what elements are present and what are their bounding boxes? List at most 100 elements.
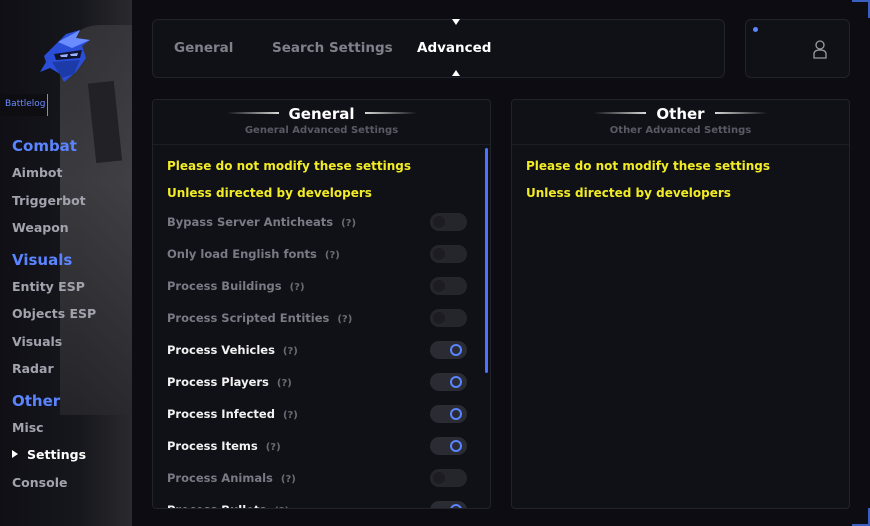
help-icon[interactable]: (?) bbox=[337, 314, 352, 325]
sidebar-item-weapon[interactable]: Weapon bbox=[12, 217, 128, 245]
help-icon[interactable]: (?) bbox=[290, 282, 305, 293]
option-label: Process Scripted Entities (?) bbox=[167, 311, 352, 325]
option-toggle[interactable] bbox=[430, 437, 467, 455]
option-toggle[interactable] bbox=[430, 213, 467, 231]
user-icon[interactable] bbox=[813, 39, 827, 59]
option-toggle[interactable] bbox=[430, 245, 467, 263]
option-label-text: Bypass Server Anticheats bbox=[167, 215, 334, 229]
sidebar-section-other: Other bbox=[12, 391, 61, 410]
title-dash-right bbox=[364, 112, 417, 114]
help-icon[interactable]: (?) bbox=[283, 346, 298, 357]
active-indicator-icon bbox=[12, 450, 18, 458]
tab-advanced[interactable]: Advanced bbox=[417, 40, 491, 56]
brand-label: Battlelog bbox=[0, 94, 48, 116]
help-icon[interactable]: (?) bbox=[281, 474, 296, 485]
tab-active-top-marker-icon bbox=[452, 19, 460, 25]
scrollbar[interactable] bbox=[485, 148, 488, 373]
corner-bracket-bottom-right bbox=[852, 508, 870, 526]
panel-title: General bbox=[153, 105, 490, 123]
option-label: Process Vehicles (?) bbox=[167, 343, 298, 357]
sidebar-item-triggerbot[interactable]: Triggerbot bbox=[12, 190, 128, 218]
option-toggle[interactable] bbox=[430, 501, 467, 508]
toggle-knob bbox=[433, 472, 445, 484]
option-label-text: Process Players bbox=[167, 375, 269, 389]
toggle-knob bbox=[450, 408, 462, 420]
warning-text: Please do not modify these settings bbox=[526, 159, 771, 173]
toggle-knob bbox=[433, 248, 445, 260]
tab-search-settings[interactable]: Search Settings bbox=[272, 40, 393, 56]
panel-header: General General Advanced Settings bbox=[153, 100, 490, 145]
option-label-text: Process Items bbox=[167, 439, 258, 453]
warning-text: Unless directed by developers bbox=[526, 186, 731, 200]
sidebar-item-visuals[interactable]: Visuals bbox=[12, 331, 128, 359]
sidebar-section-visuals: Visuals bbox=[12, 250, 73, 269]
option-toggle[interactable] bbox=[430, 277, 467, 295]
sidebar-item-entity-esp[interactable]: Entity ESP bbox=[12, 276, 128, 304]
option-label: Process Bullets (?) bbox=[167, 503, 289, 508]
panel-header: Other Other Advanced Settings bbox=[512, 100, 849, 145]
option-label-text: Process Infected bbox=[167, 407, 275, 421]
option-label: Process Animals (?) bbox=[167, 471, 296, 485]
option-row: Process Buildings (?) bbox=[167, 277, 467, 297]
sidebar: Battlelog Combat Aimbot Triggerbot Weapo… bbox=[0, 0, 132, 526]
panel-other: Other Other Advanced Settings Please do … bbox=[511, 99, 850, 509]
help-icon[interactable]: (?) bbox=[325, 250, 340, 261]
corner-bracket-top-right bbox=[852, 0, 870, 18]
option-label-text: Process Scripted Entities bbox=[167, 311, 330, 325]
option-row: Process Infected (?) bbox=[167, 405, 467, 425]
ninja-logo-icon bbox=[40, 30, 90, 82]
toggle-knob bbox=[433, 280, 445, 292]
option-label: Process Infected (?) bbox=[167, 407, 298, 421]
help-icon[interactable]: (?) bbox=[266, 442, 281, 453]
sidebar-item-aimbot[interactable]: Aimbot bbox=[12, 162, 128, 190]
option-label: Process Players (?) bbox=[167, 375, 292, 389]
option-row: Process Vehicles (?) bbox=[167, 341, 467, 361]
toggle-knob bbox=[433, 312, 445, 324]
tab-active-bottom-marker-icon bbox=[452, 70, 460, 76]
toggle-knob bbox=[433, 216, 445, 228]
option-label-text: Process Buildings bbox=[167, 279, 282, 293]
panel-subtitle: General Advanced Settings bbox=[244, 125, 399, 136]
help-icon[interactable]: (?) bbox=[277, 378, 292, 389]
option-row: Bypass Server Anticheats (?) bbox=[167, 213, 467, 233]
sidebar-section-combat: Combat bbox=[12, 137, 77, 155]
toggle-knob bbox=[450, 376, 462, 388]
tab-general[interactable]: General bbox=[174, 40, 233, 56]
tab-bar: General Search Settings Advanced bbox=[152, 19, 725, 78]
title-dash-left bbox=[226, 112, 279, 114]
sidebar-item-radar[interactable]: Radar bbox=[12, 358, 128, 386]
warning-text: Please do not modify these settings bbox=[167, 159, 412, 173]
toggle-knob bbox=[450, 344, 462, 356]
option-row: Process Players (?) bbox=[167, 373, 467, 393]
help-icon[interactable]: (?) bbox=[274, 506, 289, 508]
option-label: Process Items (?) bbox=[167, 439, 281, 453]
option-toggle[interactable] bbox=[430, 341, 467, 359]
toggle-knob bbox=[450, 504, 462, 508]
option-label-text: Only load English fonts bbox=[167, 247, 317, 261]
panel-general: General General Advanced Settings Please… bbox=[152, 99, 491, 509]
option-label-text: Process Bullets bbox=[167, 503, 266, 508]
panel-title: Other bbox=[512, 105, 849, 123]
option-row: Process Animals (?) bbox=[167, 469, 467, 489]
option-label-text: Process Vehicles bbox=[167, 343, 275, 357]
title-dash-left bbox=[594, 112, 647, 114]
sidebar-nav: Combat Aimbot Triggerbot Weapon Visuals … bbox=[12, 135, 128, 499]
option-label: Only load English fonts (?) bbox=[167, 247, 340, 261]
help-icon[interactable]: (?) bbox=[341, 218, 356, 229]
panel-subtitle: Other Advanced Settings bbox=[609, 125, 752, 136]
sidebar-item-settings[interactable]: Settings bbox=[12, 444, 128, 472]
sidebar-item-objects-esp[interactable]: Objects ESP bbox=[12, 303, 128, 331]
sidebar-item-label: Settings bbox=[27, 447, 87, 462]
profile-box[interactable] bbox=[745, 19, 850, 78]
toggle-knob bbox=[450, 440, 462, 452]
help-icon[interactable]: (?) bbox=[283, 410, 298, 421]
option-toggle[interactable] bbox=[430, 373, 467, 391]
option-toggle[interactable] bbox=[430, 469, 467, 487]
option-label: Bypass Server Anticheats (?) bbox=[167, 215, 356, 229]
sidebar-item-misc[interactable]: Misc bbox=[12, 417, 128, 445]
option-toggle[interactable] bbox=[430, 405, 467, 423]
title-dash-right bbox=[714, 112, 767, 114]
option-row: Process Scripted Entities (?) bbox=[167, 309, 467, 329]
sidebar-item-console[interactable]: Console bbox=[12, 472, 128, 500]
option-toggle[interactable] bbox=[430, 309, 467, 327]
